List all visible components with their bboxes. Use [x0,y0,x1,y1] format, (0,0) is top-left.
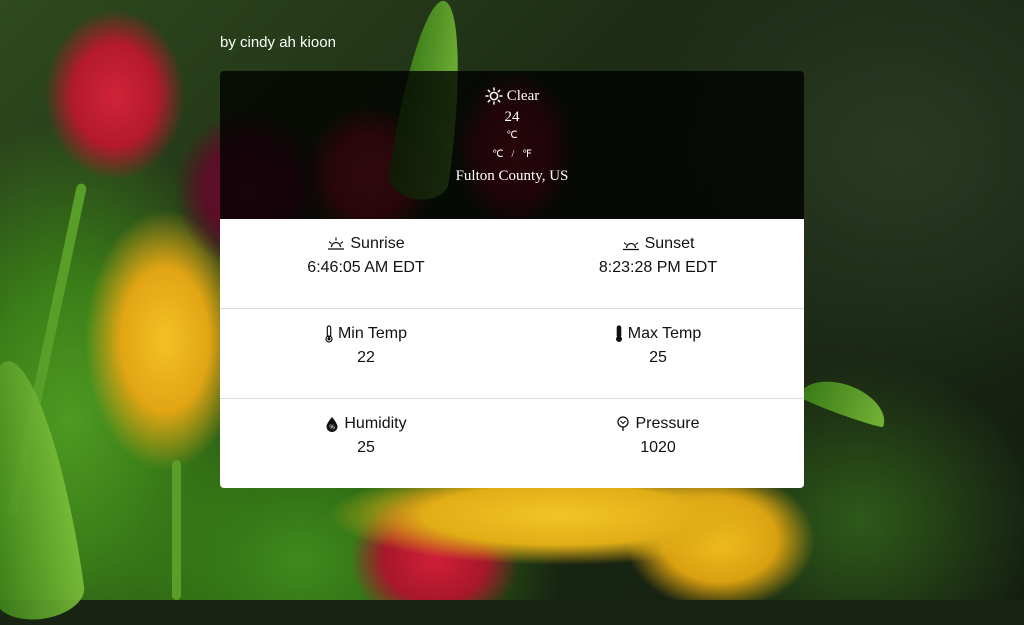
max-temp-label: Max Temp [627,325,702,342]
sunrise-cell: Sunrise 6:46:05 AM EDT [220,219,512,308]
location-label: Fulton County, US [455,168,569,184]
pressure-balloon-icon [616,416,630,432]
toggle-separator: / [511,149,515,160]
sunset-icon [622,237,640,251]
humidity-cell: % Humidity 25 [220,399,512,488]
tulip-leaf [0,355,88,625]
sunrise-label: Sunrise [350,235,405,252]
fahrenheit-toggle[interactable]: ℉ [522,149,532,160]
current-weather-panel: Clear 24 ℃ ℃ / ℉ Fulton County, US [220,71,804,219]
details-row: Sunrise 6:46:05 AM EDT Sunset 8:23:28 PM… [220,219,804,308]
min-temp-cell: Min Temp 22 [220,309,512,398]
condition-label: Clear [506,87,540,104]
tulip-leaf [797,370,893,430]
sunrise-value: 6:46:05 AM EDT [307,259,425,276]
sunset-value: 8:23:28 PM EDT [598,259,718,276]
max-temp-cell: Max Temp 25 [512,309,804,398]
author-credit: by cindy ah kioon [220,34,336,51]
thermometer-low-icon [325,325,333,343]
humidity-drop-icon: % [325,416,339,432]
weather-card: Clear 24 ℃ ℃ / ℉ Fulton County, US Sunri… [220,71,804,488]
details-row: % Humidity 25 Pressure 1020 [220,398,804,488]
condition-row: Clear [220,71,804,105]
pressure-cell: Pressure 1020 [512,399,804,488]
sunset-cell: Sunset 8:23:28 PM EDT [512,219,804,308]
sunrise-icon [327,237,345,251]
temperature-unit: ℃ [506,130,518,141]
humidity-value: 25 [357,439,375,456]
sun-icon [485,87,503,105]
max-temp-value: 25 [649,349,667,366]
min-temp-label: Min Temp [337,325,408,342]
celsius-toggle[interactable]: ℃ [492,149,503,160]
humidity-label: Humidity [344,415,407,432]
unit-toggle: ℃ / ℉ [220,149,804,160]
details-panel: Sunrise 6:46:05 AM EDT Sunset 8:23:28 PM… [220,219,804,488]
sunset-label: Sunset [644,235,695,252]
pressure-value: 1020 [640,439,676,456]
min-temp-value: 22 [357,349,375,366]
details-row: Min Temp 22 Max Temp 25 [220,308,804,398]
temperature-value: 24 [504,109,520,125]
svg-text:%: % [330,425,336,431]
tulip-stem [172,460,181,600]
thermometer-high-icon [615,325,623,343]
pressure-label: Pressure [635,415,700,432]
